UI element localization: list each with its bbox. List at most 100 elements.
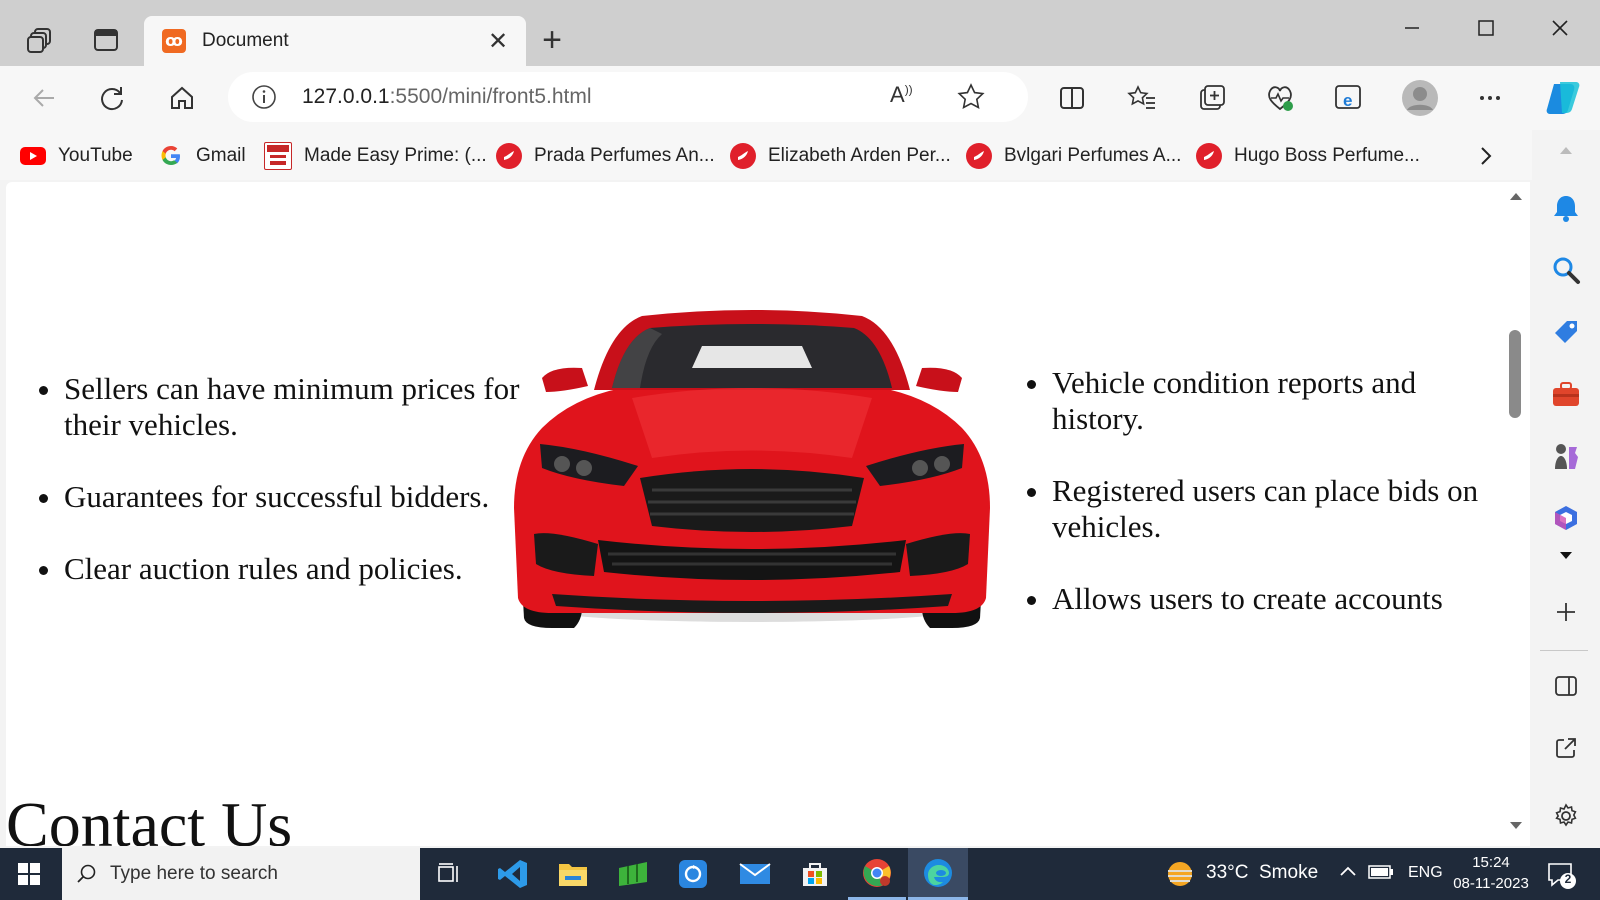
minimize-button[interactable]: [1382, 10, 1442, 46]
close-window-button[interactable]: [1530, 10, 1590, 46]
microsoft-store-icon[interactable]: [786, 848, 844, 900]
browser-essentials-icon[interactable]: [1258, 76, 1302, 120]
page-viewport: Sellers can have minimum prices for thei…: [6, 182, 1530, 846]
bookmark-hugo-boss[interactable]: Hugo Boss Perfume...: [1196, 136, 1420, 176]
bookmark-bvlgari[interactable]: Bvlgari Perfumes A...: [966, 136, 1181, 176]
mail-icon[interactable]: [726, 848, 784, 900]
add-sidebar-app-icon[interactable]: [1546, 592, 1586, 632]
language-indicator[interactable]: ENG: [1408, 864, 1443, 882]
address-bar[interactable]: 127.0.0.1:5500/mini/front5.html A)): [228, 72, 1028, 122]
page-scrollbar[interactable]: [1500, 182, 1530, 846]
url-path: :5500/mini/front5.html: [389, 85, 592, 108]
favorites-icon[interactable]: [1120, 76, 1164, 120]
sync-app-icon[interactable]: [664, 848, 722, 900]
tools-briefcase-icon[interactable]: [1546, 374, 1586, 414]
read-aloud-icon[interactable]: A)): [890, 82, 913, 108]
clock-time: 15:24: [1472, 854, 1510, 871]
scrollbar-thumb[interactable]: [1509, 330, 1521, 418]
task-view-icon[interactable]: [420, 848, 478, 900]
bookmark-gmail[interactable]: Gmail: [158, 136, 246, 176]
perfume-site-icon: [1196, 143, 1222, 169]
shopping-tag-icon[interactable]: [1546, 312, 1586, 352]
clock-date: 08-11-2023: [1453, 875, 1529, 892]
notifications-bell-icon[interactable]: [1546, 188, 1586, 228]
scroll-down-arrow-icon[interactable]: [1508, 820, 1524, 832]
bookmark-elizabeth-arden[interactable]: Elizabeth Arden Per...: [730, 136, 951, 176]
feature-item: Vehicle condition reports and history.: [1052, 365, 1502, 437]
weather-sun-icon[interactable]: [1164, 858, 1196, 890]
perfume-site-icon: [730, 143, 756, 169]
microsoft-365-icon[interactable]: [1546, 498, 1586, 538]
back-button[interactable]: [22, 76, 66, 120]
ie-mode-icon[interactable]: e: [1326, 76, 1370, 120]
site-info-icon[interactable]: [250, 83, 278, 111]
perfume-site-icon: [966, 143, 992, 169]
perfume-site-icon: [496, 143, 522, 169]
sidebar-scroll-up-icon[interactable]: [1546, 130, 1586, 170]
weather-text[interactable]: 33°C Smoke: [1206, 862, 1318, 884]
made-easy-icon: [264, 142, 292, 170]
url-text: 127.0.0.1:5500/mini/front5.html: [302, 85, 592, 109]
bookmarks-more-chevron-icon[interactable]: [1476, 136, 1496, 176]
xampp-favicon: ꝏ: [162, 29, 186, 53]
battery-icon[interactable]: [1368, 864, 1394, 885]
red-car-image: [514, 310, 990, 628]
new-tab-button[interactable]: +: [530, 22, 574, 58]
collections-icon[interactable]: [1190, 76, 1234, 120]
edge-taskbar-icon[interactable]: [908, 848, 968, 900]
chrome-taskbar-icon[interactable]: [848, 848, 906, 900]
bookmark-label: Prada Perfumes An...: [534, 145, 715, 166]
sidebar-settings-gear-icon[interactable]: [1546, 796, 1586, 836]
google-icon: [158, 143, 184, 169]
bookmark-label: Elizabeth Arden Per...: [768, 145, 951, 166]
svg-text:e: e: [1343, 91, 1352, 110]
search-icon[interactable]: [1546, 250, 1586, 290]
refresh-button[interactable]: [90, 76, 134, 120]
bookmark-youtube[interactable]: YouTube: [20, 136, 133, 176]
notification-center-icon[interactable]: 2: [1546, 860, 1576, 890]
right-features-list: Vehicle condition reports and history. R…: [994, 365, 1502, 653]
copilot-icon[interactable]: [1542, 76, 1586, 120]
tab-actions-icon[interactable]: [86, 20, 126, 60]
active-tab[interactable]: ꝏ Document ✕: [144, 16, 526, 66]
sidebar-divider: [1540, 650, 1588, 651]
search-placeholder: Type here to search: [110, 863, 278, 884]
feature-item: Clear auction rules and policies.: [64, 551, 534, 587]
workspaces-icon[interactable]: [20, 20, 60, 60]
feature-item: Registered users can place bids on vehic…: [1052, 473, 1502, 545]
green-app-icon[interactable]: [604, 848, 662, 900]
vscode-taskbar-icon[interactable]: [484, 848, 542, 900]
bookmark-label: YouTube: [58, 145, 133, 166]
open-external-icon[interactable]: [1546, 728, 1586, 768]
feature-item: Allows users to create accounts: [1052, 581, 1502, 617]
maximize-button[interactable]: [1456, 10, 1516, 46]
bookmark-made-easy[interactable]: Made Easy Prime: (...: [264, 136, 487, 176]
taskbar-search-box[interactable]: Type here to search: [62, 848, 420, 900]
sidebar-scroll-down-icon[interactable]: [1546, 536, 1586, 576]
favorite-star-icon[interactable]: [956, 82, 986, 117]
bookmark-label: Bvlgari Perfumes A...: [1004, 145, 1182, 166]
bookmark-prada[interactable]: Prada Perfumes An...: [496, 136, 715, 176]
clock[interactable]: 15:24 08-11-2023: [1446, 852, 1536, 894]
contact-heading: Contact Us: [6, 789, 293, 846]
search-magnifier-icon: [77, 864, 96, 883]
hide-sidebar-icon[interactable]: [1546, 666, 1586, 706]
url-host: 127.0.0.1: [302, 85, 390, 108]
feature-item: Guarantees for successful bidders.: [64, 479, 534, 515]
show-hidden-icons-chevron-icon[interactable]: [1338, 862, 1358, 887]
left-features-list: Sellers can have minimum prices for thei…: [6, 371, 534, 623]
youtube-icon: [20, 143, 46, 169]
tab-close-icon[interactable]: ✕: [484, 27, 512, 56]
notification-count: 2: [1564, 872, 1572, 886]
bookmark-label: Gmail: [196, 145, 246, 166]
feature-item: Sellers can have minimum prices for thei…: [64, 371, 534, 443]
tab-title: Document: [202, 30, 289, 51]
scroll-up-arrow-icon[interactable]: [1508, 190, 1524, 202]
games-chess-icon[interactable]: [1546, 436, 1586, 476]
file-explorer-icon[interactable]: [544, 848, 602, 900]
windows-start-icon[interactable]: [0, 848, 58, 900]
split-screen-icon[interactable]: [1050, 76, 1094, 120]
more-options-icon[interactable]: [1468, 76, 1512, 120]
home-button[interactable]: [160, 76, 204, 120]
profile-avatar[interactable]: [1398, 76, 1442, 120]
